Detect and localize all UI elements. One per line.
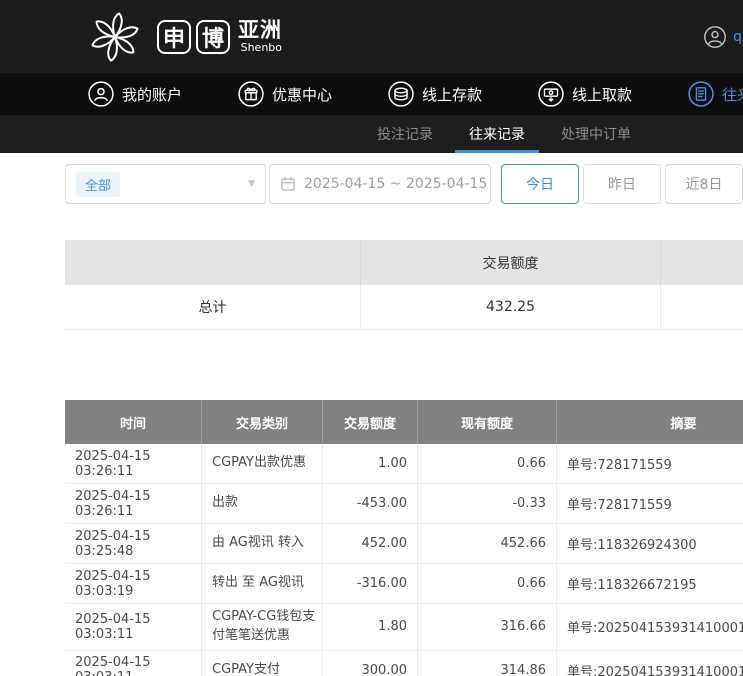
summary-total-value: 432.25 (361, 285, 661, 329)
records-table: 时间 交易类别 交易额度 现有额度 摘要 2025-04-15 03:26:11… (65, 400, 743, 676)
cell-amount: 1.80 (323, 604, 418, 650)
table-row: 2025-04-15 03:03:11 CGPAY-CG钱包支付笔笔送优惠 1.… (65, 604, 743, 651)
table-row: 2025-04-15 03:03:11 CGPAY支付 300.00 314.8… (65, 651, 743, 676)
calendar-icon (280, 176, 296, 192)
main-content: 全部 ▼ 2025-04-15 ~ 2025-04-15 今日 昨日 近8日 (0, 164, 743, 676)
quick-date-buttons: 今日 昨日 近8日 (501, 164, 743, 204)
cell-amount: -453.00 (323, 484, 418, 523)
gift-icon (238, 81, 264, 107)
page: 申 博 亚洲 Shenbo q (0, 0, 743, 676)
cell-summary: 单号:118326924300 (557, 524, 743, 563)
lotus-flower-icon (88, 10, 142, 64)
summary-total-label: 总计 (65, 285, 361, 329)
cell-summary: 单号:202504153931410001 (557, 651, 743, 676)
yesterday-button[interactable]: 昨日 (583, 164, 661, 204)
nav-item-promotions[interactable]: 优惠中心 (238, 81, 332, 107)
brand-region: 亚洲 Shenbo (238, 19, 282, 54)
cell-time: 2025-04-15 03:03:11 (65, 651, 202, 676)
summary-header-empty (65, 240, 361, 285)
nav-item-label: 我的账户 (122, 84, 182, 105)
cell-type: 出款 (202, 484, 323, 523)
summary-table: 交易额度 总计 432.25 (65, 240, 743, 330)
cell-balance: 452.66 (418, 524, 557, 563)
table-row: 2025-04-15 03:26:11 CGPAY出款优惠 1.00 0.66 … (65, 444, 743, 484)
table-row: 2025-04-15 03:26:11 出款 -453.00 -0.33 单号:… (65, 484, 743, 524)
brand-subtitle: Shenbo (241, 41, 282, 54)
cell-time: 2025-04-15 03:03:11 (65, 604, 202, 650)
cell-summary: 单号:728171559 (557, 484, 743, 523)
cell-summary: 单号:728171559 (557, 444, 743, 483)
top-header: 申 博 亚洲 Shenbo q (0, 0, 743, 73)
cell-type: CGPAY支付 (202, 651, 323, 676)
summary-empty-cell (661, 285, 743, 329)
date-range-picker[interactable]: 2025-04-15 ~ 2025-04-15 (269, 164, 491, 204)
withdraw-banknote-icon (538, 81, 564, 107)
nav-item-my-account[interactable]: 我的账户 (88, 81, 182, 107)
record-subnav: 投注记录 往来记录 处理中订单 (0, 115, 743, 153)
nav-item-label: 线上存款 (422, 84, 482, 105)
cell-balance: 316.66 (418, 604, 557, 650)
username-text[interactable]: q (733, 29, 742, 45)
brand-char-shen: 申 (157, 20, 191, 54)
col-header-balance: 现有额度 (418, 400, 557, 444)
deposit-coins-icon (388, 81, 414, 107)
col-header-time: 时间 (65, 400, 202, 444)
nav-item-label: 优惠中心 (272, 84, 332, 105)
cell-amount: 452.00 (323, 524, 418, 563)
col-header-summary: 摘要 (557, 400, 743, 444)
col-header-amount: 交易额度 (323, 400, 418, 444)
tab-label: 投注记录 (377, 124, 433, 144)
records-header-row: 时间 交易类别 交易额度 现有额度 摘要 (65, 400, 743, 444)
cell-balance: -0.33 (418, 484, 557, 523)
date-range-value: 2025-04-15 ~ 2025-04-15 (304, 176, 487, 192)
cell-summary: 单号:202504153931410001 (557, 604, 743, 650)
records-document-icon (688, 81, 714, 107)
user-avatar-icon[interactable] (703, 25, 727, 49)
nav-item-label: 线上取款 (572, 84, 632, 105)
tab-label: 往来记录 (469, 124, 525, 144)
nav-item-label: 往来记录 (722, 84, 743, 105)
cell-type: 由 AG视讯 转入 (202, 524, 323, 563)
cell-amount: 300.00 (323, 651, 418, 676)
last-8-days-button[interactable]: 近8日 (665, 164, 743, 204)
cell-type: 转出 至 AG视讯 (202, 564, 323, 603)
cell-time: 2025-04-15 03:25:48 (65, 524, 202, 563)
cell-type: CGPAY-CG钱包支付笔笔送优惠 (202, 604, 323, 650)
filter-bar: 全部 ▼ 2025-04-15 ~ 2025-04-15 今日 昨日 近8日 (65, 164, 743, 204)
tab-processing-orders[interactable]: 处理中订单 (547, 115, 645, 153)
brand-char-bo: 博 (196, 20, 230, 54)
cell-balance: 0.66 (418, 444, 557, 483)
col-header-type: 交易类别 (202, 400, 323, 444)
tab-label: 处理中订单 (561, 124, 631, 144)
cell-balance: 0.66 (418, 564, 557, 603)
nav-item-deposit[interactable]: 线上存款 (388, 81, 482, 107)
table-row: 2025-04-15 03:03:19 转出 至 AG视讯 -316.00 0.… (65, 564, 743, 604)
nav-item-withdraw[interactable]: 线上取款 (538, 81, 632, 107)
summary-header-amount: 交易额度 (361, 240, 661, 285)
cell-amount: -316.00 (323, 564, 418, 603)
header-account-area: q (703, 25, 743, 49)
cell-time: 2025-04-15 03:26:11 (65, 484, 202, 523)
brand-region-label: 亚洲 (238, 19, 282, 42)
type-select[interactable]: 全部 ▼ (65, 164, 266, 204)
user-icon (88, 81, 114, 107)
cell-time: 2025-04-15 03:03:19 (65, 564, 202, 603)
summary-total-row: 总计 432.25 (65, 285, 743, 330)
summary-header-empty (661, 240, 743, 285)
cell-amount: 1.00 (323, 444, 418, 483)
tab-betting-records[interactable]: 投注记录 (363, 115, 447, 153)
today-button[interactable]: 今日 (501, 164, 579, 204)
cell-type: CGPAY出款优惠 (202, 444, 323, 483)
cell-summary: 单号:118326672195 (557, 564, 743, 603)
cell-balance: 314.86 (418, 651, 557, 676)
summary-header-row: 交易额度 (65, 240, 743, 285)
nav-item-transaction-records[interactable]: 往来记录 (688, 81, 743, 107)
cell-time: 2025-04-15 03:26:11 (65, 444, 202, 483)
type-select-value: 全部 (76, 172, 120, 197)
table-row: 2025-04-15 03:25:48 由 AG视讯 转入 452.00 452… (65, 524, 743, 564)
tab-transaction-records[interactable]: 往来记录 (455, 115, 539, 153)
main-nav: 我的账户 优惠中心 (0, 73, 743, 115)
chevron-down-icon: ▼ (248, 179, 255, 189)
